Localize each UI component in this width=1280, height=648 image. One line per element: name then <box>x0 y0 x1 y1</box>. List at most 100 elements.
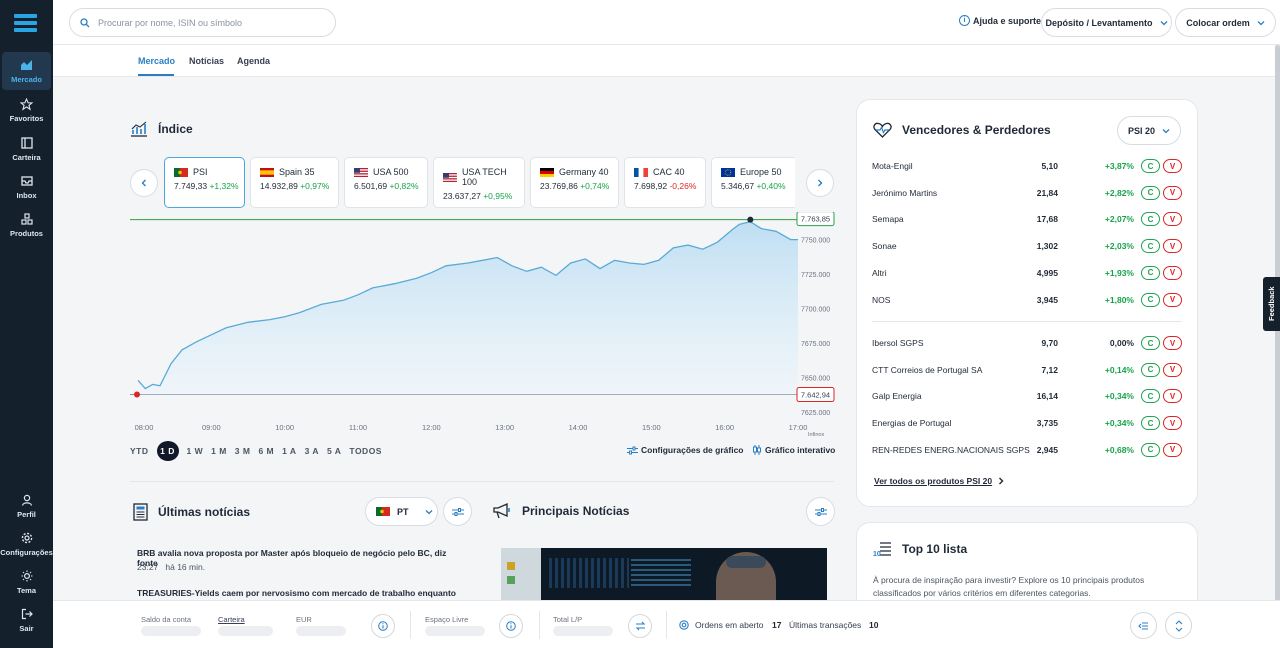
help-label: Ajuda e suporte <box>973 15 1042 26</box>
index-card-usa-tech-100[interactable]: USA TECH 100 23.637,27 +0,95% <box>433 157 525 208</box>
mover-row[interactable]: Ibersol SGPS 9,70 0,00% C V <box>872 335 1182 351</box>
language-select[interactable]: PT <box>365 497 438 526</box>
period-3m[interactable]: 3 M <box>235 446 251 456</box>
buy-button[interactable]: C <box>1141 159 1160 173</box>
tab-noticias[interactable]: Notícias <box>189 56 224 66</box>
top-news-image[interactable] <box>501 548 827 600</box>
feedback-tab[interactable]: Feedback <box>1263 277 1280 331</box>
open-orders-label[interactable]: Ordens em aberto <box>695 620 764 630</box>
swap-button[interactable] <box>628 614 652 638</box>
buy-button[interactable]: C <box>1141 239 1160 254</box>
index-card-cac-40[interactable]: CAC 40 7.698,92 -0,26% <box>624 157 706 208</box>
index-prev-button[interactable] <box>130 169 158 197</box>
mover-row[interactable]: Sonae 1,302 +2,03% C V <box>872 238 1182 254</box>
index-card-spain-35[interactable]: Spain 35 14.932,89 +0,97% <box>250 157 339 208</box>
x-tick-label: 15:00 <box>642 423 661 432</box>
mover-price: 17,68 <box>1036 214 1058 225</box>
sell-button[interactable]: V <box>1163 389 1182 404</box>
buy-button[interactable]: C <box>1141 212 1160 227</box>
y-tick-label: 7675.000 <box>801 341 830 348</box>
mover-row[interactable]: Semapa 17,68 +2,07% C V <box>872 211 1182 227</box>
index-next-button[interactable] <box>806 169 834 197</box>
help-support-link[interactable]: i Ajuda e suporte <box>959 15 1041 26</box>
buy-button[interactable]: C <box>1141 292 1160 307</box>
news-headline[interactable]: TREASURIES-Yields caem por nervosismo co… <box>137 588 467 598</box>
period-5a[interactable]: 5 A <box>327 446 341 456</box>
period-todos[interactable]: TODOS <box>349 446 382 456</box>
sidebar-item-tema[interactable]: Tema <box>2 563 51 601</box>
period-1w[interactable]: 1 W <box>187 446 204 456</box>
buy-button[interactable]: C <box>1141 416 1160 431</box>
deposit-label: Depósito / Levantamento <box>1045 17 1153 28</box>
toggle-bar-button[interactable] <box>1165 612 1192 639</box>
index-card-usa-500[interactable]: USA 500 6.501,69 +0,82% <box>344 157 428 208</box>
mover-row[interactable]: CTT Correios de Portugal SA 7,12 +0,14% C V <box>872 362 1182 378</box>
sidebar-item-carteira[interactable]: Carteira <box>2 130 51 168</box>
sell-button[interactable]: V <box>1163 442 1182 457</box>
sell-button[interactable]: V <box>1163 362 1182 377</box>
sell-button[interactable]: V <box>1163 159 1182 173</box>
sell-button[interactable]: V <box>1163 265 1182 280</box>
mover-row[interactable]: Energias de Portugal 3,735 +0,34% C V <box>872 415 1182 431</box>
place-order-button[interactable]: Colocar ordem <box>1175 8 1276 37</box>
sidebar-item-sair[interactable]: Sair <box>2 601 51 639</box>
buy-button[interactable]: C <box>1141 185 1160 200</box>
mover-row[interactable]: Altri 4,995 +1,93% C V <box>872 265 1182 281</box>
period-1d[interactable]: 1 D <box>156 441 179 461</box>
sidebar-item-mercado[interactable]: Mercado <box>2 52 51 90</box>
index-card-europe-50[interactable]: Europe 50 5.346,67 +0,40% <box>711 157 795 208</box>
sidebar-item-produtos[interactable]: Produtos <box>2 206 51 244</box>
news-filter-button[interactable] <box>443 497 472 526</box>
mover-name: Energias de Portugal <box>872 418 952 429</box>
index-selector[interactable]: PSI 20 <box>1117 116 1181 145</box>
index-card-germany-40[interactable]: Germany 40 23.769,86 +0,74% <box>530 157 619 208</box>
buy-button[interactable]: C <box>1141 265 1160 280</box>
buy-button[interactable]: C <box>1141 389 1160 404</box>
sell-button[interactable]: V <box>1163 336 1182 350</box>
chart-settings-link[interactable]: Configurações de gráfico <box>627 445 744 455</box>
mover-row[interactable]: NOS 3,945 +1,80% C V <box>872 292 1182 308</box>
top-news-filter-button[interactable] <box>806 497 835 526</box>
mover-row[interactable]: REN-REDES ENERG.NACIONAIS SGPS 2,945 +0,68… <box>872 442 1182 458</box>
index-chart[interactable]: 7.763,85 7.642,94 7750.000 7725.000 7700.000… <box>125 212 840 440</box>
buy-button[interactable]: C <box>1141 362 1160 377</box>
sell-button[interactable]: V <box>1163 416 1182 431</box>
mover-change: +2,82% <box>1104 187 1134 198</box>
mover-row[interactable]: Galp Energia 16,14 +0,34% C V <box>872 388 1182 404</box>
period-1a[interactable]: 1 A <box>282 446 296 456</box>
sell-button[interactable]: V <box>1163 185 1182 200</box>
deposit-withdraw-button[interactable]: Depósito / Levantamento <box>1041 8 1172 37</box>
sell-button[interactable]: V <box>1163 239 1182 254</box>
mover-change: +0,34% <box>1104 391 1134 402</box>
mover-row[interactable]: Jerónimo Martins 21,84 +2,82% C V <box>872 185 1182 201</box>
index-card-psi[interactable]: PSI 7.749,33 +1,32% <box>164 157 245 208</box>
tab-agenda[interactable]: Agenda <box>237 56 270 66</box>
period-6m[interactable]: 6 M <box>258 446 274 456</box>
period-3a[interactable]: 3 A <box>305 446 319 456</box>
last-transactions-label[interactable]: Últimas transações <box>789 620 861 630</box>
sidebar-item-perfil[interactable]: Perfil <box>2 487 51 525</box>
tab-mercado[interactable]: Mercado <box>138 56 175 66</box>
search-box[interactable] <box>69 8 336 37</box>
search-input[interactable] <box>98 17 318 28</box>
free-space-info-button[interactable] <box>499 614 523 638</box>
balance-info-button[interactable] <box>371 614 395 638</box>
buy-button[interactable]: C <box>1141 336 1160 350</box>
interactive-chart-link[interactable]: Gráfico interativo <box>752 445 835 455</box>
period-ytd[interactable]: YTD <box>130 446 149 456</box>
period-1m[interactable]: 1 M <box>211 446 227 456</box>
sidebar-item-label: Mercado <box>11 75 42 84</box>
sidebar-item-inbox[interactable]: Inbox <box>2 168 51 206</box>
sell-button[interactable]: V <box>1163 212 1182 227</box>
see-all-psi20-link[interactable]: Ver todos os produtos PSI 20 <box>874 476 1004 486</box>
chevron-down-icon <box>425 509 432 514</box>
portfolio-link[interactable]: Carteira <box>218 615 245 624</box>
buy-button[interactable]: C <box>1141 442 1160 457</box>
expand-panel-button[interactable] <box>1130 612 1157 639</box>
sell-button[interactable]: V <box>1163 292 1182 307</box>
chevron-left-icon <box>141 179 146 187</box>
sidebar-item-configuracoes[interactable]: Configurações <box>0 525 53 563</box>
menu-logo-icon[interactable] <box>14 14 37 32</box>
sidebar-item-favoritos[interactable]: Favoritos <box>2 91 51 129</box>
mover-row[interactable]: Mota-Engil 5,10 +3,87% C V <box>872 158 1182 174</box>
